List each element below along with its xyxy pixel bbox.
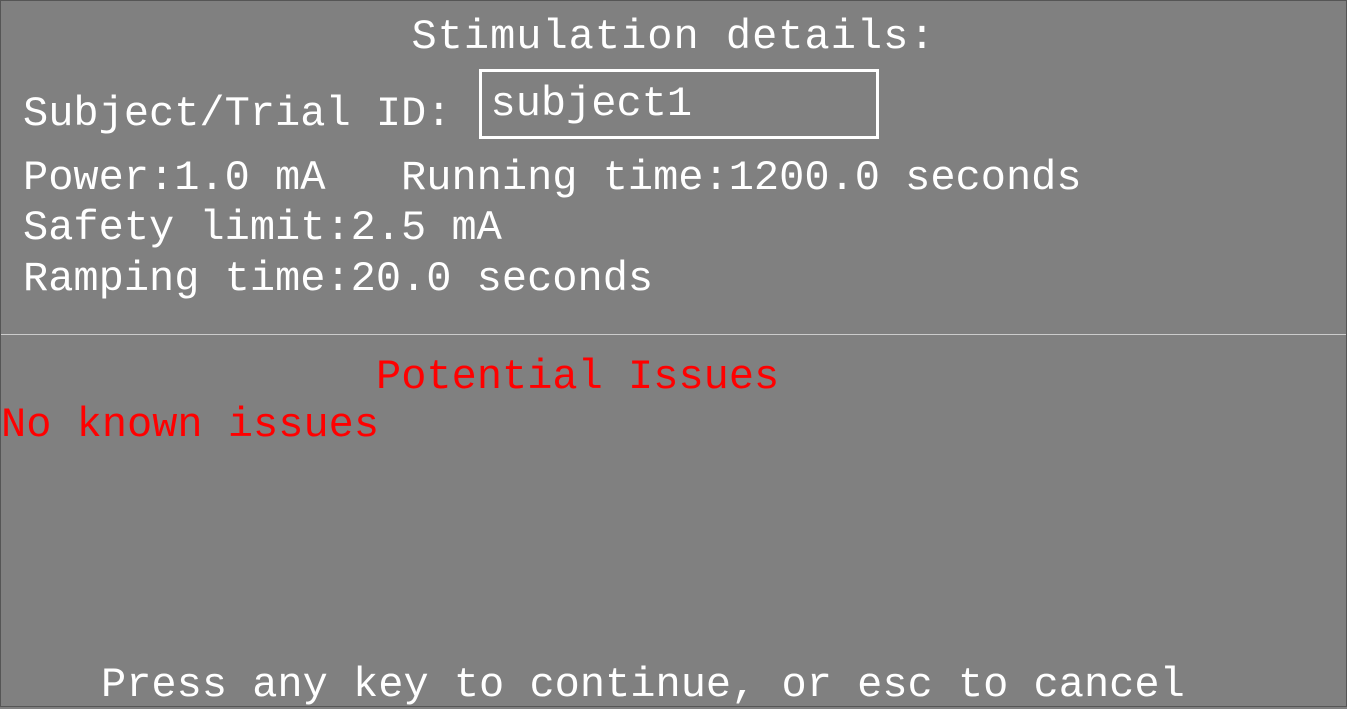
stimulation-details-panel: Stimulation details: Subject/Trial ID: P… — [1, 1, 1346, 706]
subject-id-label: Subject/Trial ID: — [23, 89, 451, 139]
issues-header: Potential Issues — [1, 353, 1346, 401]
issues-section: Potential Issues No known issues — [1, 353, 1346, 450]
page-title: Stimulation details: — [1, 1, 1346, 71]
safety-limit-line: Safety limit:2.5 mA — [23, 203, 1346, 253]
details-section: Subject/Trial ID: Power:1.0 mA Running t… — [1, 79, 1346, 304]
subject-id-row: Subject/Trial ID: — [23, 79, 1346, 149]
ramping-time-line: Ramping time:20.0 seconds — [23, 254, 1346, 304]
issues-body: No known issues — [1, 401, 1346, 449]
continue-prompt: Press any key to continue, or esc to can… — [1, 664, 1346, 706]
section-divider — [1, 334, 1346, 335]
subject-id-input[interactable] — [479, 69, 879, 139]
power-running-line: Power:1.0 mA Running time:1200.0 seconds — [23, 153, 1346, 203]
